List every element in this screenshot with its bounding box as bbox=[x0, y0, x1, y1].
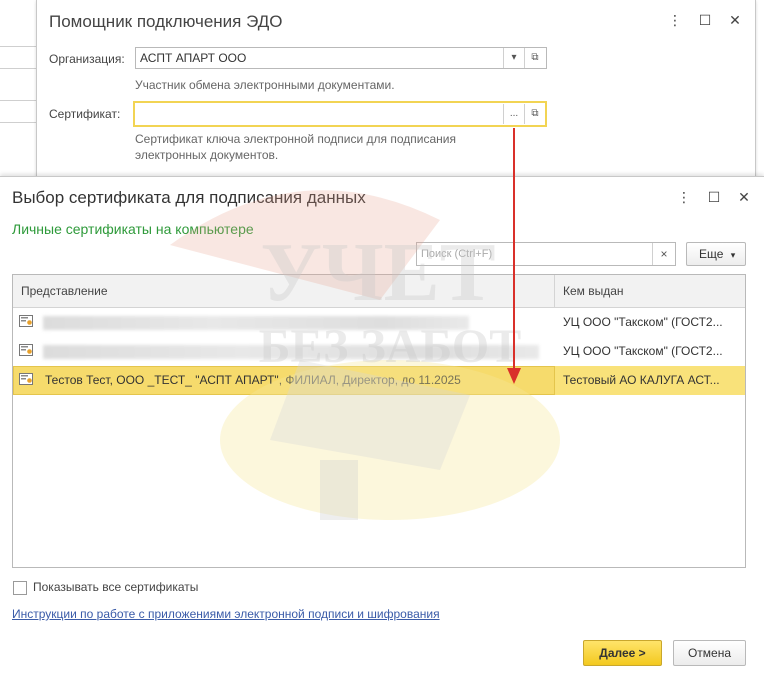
org-field[interactable]: АСПТ АПАРТ ООО ▾ ⧉ bbox=[135, 47, 547, 69]
certificate-icon bbox=[19, 344, 33, 356]
more-button-label: Еще bbox=[699, 247, 724, 261]
dialog-title: Выбор сертификата для подписания данных bbox=[12, 188, 366, 207]
more-vertical-icon[interactable]: ⋮ bbox=[676, 189, 692, 206]
blurred-name bbox=[43, 316, 469, 330]
more-vertical-icon[interactable]: ⋮ bbox=[667, 12, 683, 29]
org-hint: Участник обмена электронными документами… bbox=[135, 78, 395, 92]
dialog-subtitle: Личные сертификаты на компьютере bbox=[12, 221, 254, 237]
show-all-checkbox[interactable] bbox=[13, 581, 27, 595]
cert-hint-line-2: электронных документов. bbox=[135, 148, 279, 162]
column-header-representation[interactable]: Представление bbox=[21, 284, 108, 298]
dropdown-arrow-icon[interactable]: ▾ bbox=[503, 48, 524, 68]
certificates-table: Представление Кем выдан УЦ ООО "Такском"… bbox=[12, 274, 746, 568]
next-button[interactable]: Далее > bbox=[583, 640, 662, 666]
cancel-button[interactable]: Отмена bbox=[673, 640, 746, 666]
instructions-link[interactable]: Инструкции по работе с приложениями элек… bbox=[12, 607, 440, 621]
table-row[interactable]: УЦ ООО "Такском" (ГОСТ2... bbox=[13, 308, 745, 337]
underlying-form-lines bbox=[0, 0, 36, 180]
search-input[interactable]: Поиск (Ctrl+F) × bbox=[416, 242, 676, 266]
column-header-issuer[interactable]: Кем выдан bbox=[563, 284, 624, 298]
org-value: АСПТ АПАРТ ООО bbox=[140, 51, 247, 65]
open-icon[interactable]: ⧉ bbox=[524, 104, 545, 124]
cert-field[interactable]: ... ⧉ bbox=[133, 101, 547, 127]
org-label: Организация: bbox=[49, 52, 125, 66]
blurred-name bbox=[43, 345, 539, 359]
open-icon[interactable]: ⧉ bbox=[524, 48, 545, 68]
certificate-icon bbox=[19, 373, 33, 385]
search-placeholder: Поиск (Ctrl+F) bbox=[421, 248, 493, 260]
maximize-icon[interactable]: ☐ bbox=[706, 189, 722, 206]
chevron-down-icon: ▾ bbox=[730, 250, 736, 260]
table-row-selected[interactable]: Тестов Тест, ООО _ТЕСТ_ "АСПТ АПАРТ", ФИ… bbox=[13, 366, 745, 395]
close-icon[interactable]: ✕ bbox=[736, 189, 752, 206]
cert-hint-line-1: Сертификат ключа электронной подписи для… bbox=[135, 132, 456, 146]
select-button[interactable]: ... bbox=[503, 104, 524, 124]
certificate-selection-dialog: Выбор сертификата для подписания данных … bbox=[0, 176, 764, 680]
cert-label: Сертификат: bbox=[49, 107, 121, 121]
more-button[interactable]: Еще ▾ bbox=[686, 242, 746, 266]
table-row[interactable]: УЦ ООО "Такском" (ГОСТ2... bbox=[13, 337, 745, 366]
row-issuer: Тестовый АО КАЛУГА АСТ... bbox=[563, 373, 720, 387]
clear-icon[interactable]: × bbox=[652, 243, 675, 265]
row-name: Тестов Тест, ООО _ТЕСТ_ "АСПТ АПАРТ", ФИ… bbox=[45, 373, 461, 387]
maximize-icon[interactable]: ☐ bbox=[697, 12, 713, 29]
edo-assistant-window: Помощник подключения ЭДО ⋮ ☐ ✕ Организац… bbox=[36, 0, 756, 179]
show-all-label[interactable]: Показывать все сертификаты bbox=[33, 580, 198, 594]
close-icon[interactable]: ✕ bbox=[727, 12, 743, 29]
window-title: Помощник подключения ЭДО bbox=[49, 12, 283, 31]
certificate-icon bbox=[19, 315, 33, 327]
row-issuer: УЦ ООО "Такском" (ГОСТ2... bbox=[563, 344, 723, 358]
table-header: Представление Кем выдан bbox=[13, 275, 745, 308]
row-issuer: УЦ ООО "Такском" (ГОСТ2... bbox=[563, 315, 723, 329]
